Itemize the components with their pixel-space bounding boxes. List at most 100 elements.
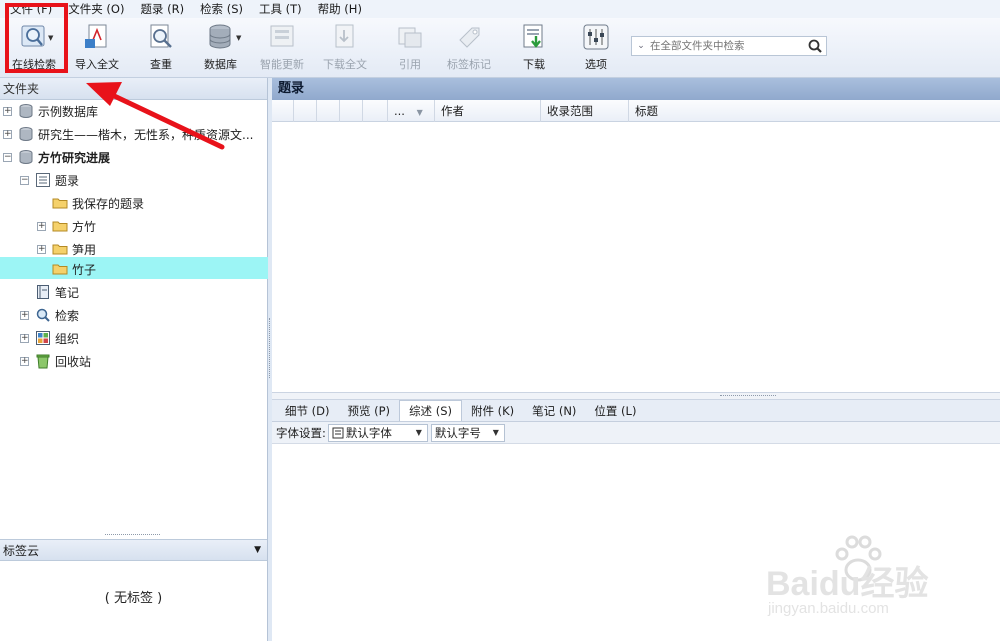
collapse-icon[interactable]: − [20, 175, 29, 185]
tree-node-sunyong[interactable]: + 笋用 [37, 238, 96, 260]
column-icon-1[interactable] [272, 100, 294, 122]
menu-tools[interactable]: 工具 (T) [259, 1, 302, 17]
font-family-select[interactable]: 默认字体 ▼ [327, 423, 428, 442]
tab-notes[interactable]: 笔记 (N) [523, 401, 585, 421]
grid-icon [36, 331, 50, 345]
expand-icon[interactable]: + [20, 356, 29, 366]
column-icon-3[interactable] [317, 100, 340, 122]
column-more[interactable]: ... ▼ [388, 100, 435, 122]
detail-tabs: 细节 (D) 预览 (P) 综述 (S) 附件 (K) 笔记 (N) 位置 (L… [272, 400, 1000, 422]
font-icon [332, 427, 344, 438]
cite-button[interactable]: 引用 [395, 22, 425, 76]
detail-content[interactable] [272, 444, 1000, 641]
folder-icon [52, 221, 68, 232]
expand-icon[interactable]: + [37, 221, 46, 231]
dedupe-label: 查重 [150, 58, 172, 71]
database-button[interactable]: ▼ 数据库 [204, 22, 241, 76]
download-fulltext-icon [335, 24, 354, 48]
online-search-button[interactable]: ▼ 在线检索 [12, 22, 56, 76]
folder-icon [52, 198, 68, 209]
options-label: 选项 [585, 58, 607, 71]
online-search-icon [21, 25, 45, 47]
resize-grip[interactable] [105, 534, 160, 537]
tree-node-grad-db[interactable]: + 研究生——楷木，无性系，种质资源文... [3, 123, 253, 145]
records-pane: 题录 ... ▼ 作者 收录范围 标题 细节 (D) 预览 (P) 综述 (S)… [272, 78, 1000, 641]
chevron-down-icon: ▼ [492, 428, 499, 437]
menu-folder[interactable]: 文件夹 (O) [68, 1, 124, 17]
tree-node-search[interactable]: + 检索 [20, 304, 79, 326]
menu-records[interactable]: 题录 (R) [140, 1, 184, 17]
tab-details[interactable]: 细节 (D) [276, 401, 338, 421]
download-label: 下载 [523, 58, 545, 71]
chevron-down-icon[interactable]: ▼ [254, 545, 261, 555]
tree-node-notes[interactable]: 笔记 [20, 281, 79, 303]
cite-icon [398, 27, 422, 48]
expand-icon[interactable]: + [3, 129, 12, 139]
tag-icon [459, 27, 480, 48]
tag-mark-button[interactable]: 标签标记 [447, 22, 491, 76]
column-icon-5[interactable] [363, 100, 388, 122]
database-icon [19, 127, 33, 141]
records-list[interactable] [272, 122, 1000, 392]
database-icon [19, 104, 33, 118]
records-title: 题录 [272, 78, 1000, 100]
tree-node-fangzhu[interactable]: + 方竹 [37, 215, 96, 237]
menu-help[interactable]: 帮助 (H) [318, 1, 362, 17]
import-fulltext-button[interactable]: 导入全文 [75, 22, 119, 76]
recycle-icon [36, 354, 50, 369]
column-header: ... ▼ 作者 收录范围 标题 [272, 100, 1000, 122]
tree-node-sample-db[interactable]: + 示例数据库 [3, 100, 98, 122]
collapse-icon[interactable]: − [3, 152, 12, 162]
menu-search[interactable]: 检索 (S) [200, 1, 243, 17]
search-input[interactable] [650, 40, 804, 52]
options-button[interactable]: 选项 [581, 22, 611, 76]
column-coverage[interactable]: 收录范围 [541, 100, 629, 122]
pdf-import-icon [85, 24, 107, 48]
tag-cloud-empty: ( 无标签 ) [104, 590, 163, 606]
download-icon [523, 24, 543, 48]
expand-icon[interactable]: + [3, 106, 12, 116]
tree-node-zhuzi[interactable]: 竹子 [37, 258, 96, 280]
smart-update-button[interactable]: 智能更新 [260, 22, 304, 76]
tab-attachments[interactable]: 附件 (K) [462, 401, 523, 421]
column-icon-4[interactable] [340, 100, 363, 122]
smart-update-icon [270, 25, 294, 47]
search-scope-chevron-icon[interactable]: ⌄ [632, 41, 650, 51]
expand-icon[interactable]: + [20, 310, 29, 320]
tree-node-organize[interactable]: + 组织 [20, 327, 79, 349]
tag-cloud-title: 标签云 [3, 543, 40, 558]
column-title[interactable]: 标题 [629, 100, 1000, 122]
tree-node-records[interactable]: − 题录 [20, 169, 79, 191]
database-icon [209, 24, 230, 49]
tab-summary[interactable]: 综述 (S) [399, 400, 462, 421]
download-fulltext-button[interactable]: 下载全文 [323, 22, 367, 76]
column-icon-2[interactable] [294, 100, 317, 122]
expand-icon[interactable]: + [37, 244, 46, 254]
tree-node-my-saved-records[interactable]: 我保存的题录 [37, 192, 144, 214]
menu-bar: 文件 (F) 文件夹 (O) 题录 (R) 检索 (S) 工具 (T) 帮助 (… [0, 0, 1000, 18]
toolbar: ▼ 在线检索 导入全文 查重 ▼ 数据库 智能更新 下载全文 引用 标签标记 下… [0, 18, 1000, 78]
download-button[interactable]: 下载 [519, 22, 549, 76]
column-author[interactable]: 作者 [435, 100, 541, 122]
font-size-select[interactable]: 默认字号 ▼ [430, 423, 505, 442]
options-sliders-icon [583, 24, 609, 50]
folder-tree: + 示例数据库 + 研究生——楷木，无性系，种质资源文... − 方竹研究进展 … [0, 100, 268, 535]
menu-file[interactable]: 文件 (F) [10, 1, 52, 17]
font-settings-label: 字体设置: [276, 425, 326, 440]
database-icon [19, 150, 33, 164]
cite-label: 引用 [399, 58, 421, 71]
folder-icon [52, 264, 68, 275]
download-fulltext-label: 下载全文 [323, 58, 367, 71]
tab-location[interactable]: 位置 (L) [585, 401, 645, 421]
horizontal-splitter[interactable] [272, 392, 1000, 400]
tag-mark-label: 标签标记 [447, 58, 491, 71]
tree-node-bamboo-progress-db[interactable]: − 方竹研究进展 [3, 146, 110, 168]
expand-icon[interactable]: + [20, 333, 29, 343]
folder-icon [52, 244, 68, 255]
tab-preview[interactable]: 预览 (P) [338, 401, 399, 421]
smart-update-label: 智能更新 [260, 58, 304, 71]
dedupe-button[interactable]: 查重 [146, 22, 176, 76]
search-icon[interactable] [804, 37, 826, 55]
font-settings-bar: 字体设置: 默认字体 ▼ 默认字号 ▼ [272, 422, 1000, 444]
tree-node-recycle-bin[interactable]: + 回收站 [20, 350, 91, 372]
